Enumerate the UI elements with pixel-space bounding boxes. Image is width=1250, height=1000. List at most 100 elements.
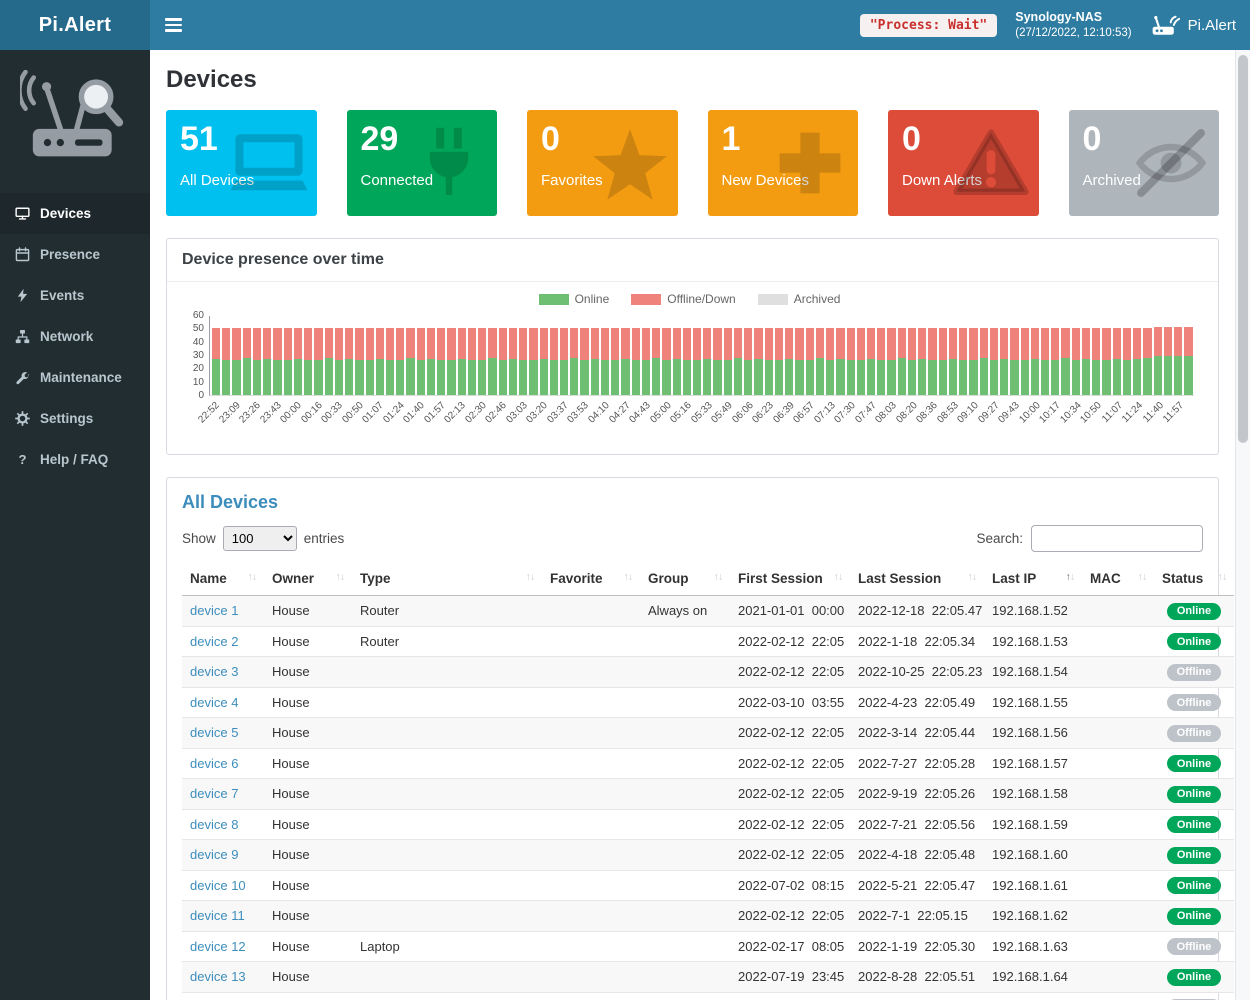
device-link[interactable]: device 12 [190,939,246,954]
legend-archived[interactable]: Archived [758,292,841,306]
device-link[interactable]: device 7 [190,786,238,801]
chart-bar [999,316,1009,395]
device-link[interactable]: device 9 [190,847,238,862]
device-row: device 5House2022-02-12 22:052022-3-14 2… [182,718,1234,749]
x-axis-label: 08:36 [915,400,940,425]
column-header-owner[interactable]: Owner↑↓ [264,562,352,596]
chart-bar [1081,316,1091,395]
sort-icon: ↑↓ [834,571,843,583]
device-link[interactable]: device 5 [190,725,238,740]
chart-bar [897,316,907,395]
search-input[interactable] [1031,525,1203,552]
x-axis-label: 03:03 [504,400,529,425]
stat-card-favorites[interactable]: 0 Favorites [527,110,678,216]
status-badge: Online [1167,877,1221,894]
chart-bar [344,316,354,395]
chart-bar [1101,316,1111,395]
scrollbar-thumb[interactable] [1238,55,1248,443]
x-axis-label: 07:13 [812,400,837,425]
group-cell [640,718,730,749]
chart-bar [866,316,876,395]
type-cell [352,901,542,932]
show-label: Show [182,531,216,546]
sidebar-item-devices[interactable]: Devices [0,193,150,234]
x-axis-label: 05:16 [668,400,693,425]
chart-bar [539,316,549,395]
device-link[interactable]: device 13 [190,969,246,984]
header-brand[interactable]: Pi.Alert [1150,13,1236,37]
device-link[interactable]: device 8 [190,817,238,832]
chart-bar [252,316,262,395]
type-cell [352,840,542,871]
column-header-status[interactable]: Status↑↓ [1154,562,1234,596]
page-length-control: Show100entries [182,526,344,551]
sidebar-item-presence[interactable]: Presence [0,234,150,275]
column-header-group[interactable]: Group↑↓ [640,562,730,596]
sidebar-toggle-button[interactable] [150,0,196,50]
chart-bar [1173,316,1183,395]
x-axis-label: 10:17 [1038,400,1063,425]
chart-bar [324,316,334,395]
device-link[interactable]: device 11 [190,908,245,923]
page-length-select[interactable]: 100 [223,526,297,551]
stat-card-all-devices[interactable]: 51 All Devices [166,110,317,216]
stat-card-down-alerts[interactable]: 0 Down Alerts [888,110,1039,216]
chart-bar [979,316,989,395]
device-link[interactable]: device 2 [190,634,238,649]
column-header-name[interactable]: Name↑↓ [182,562,264,596]
first-session-cell: 2022-02-12 22:05 [730,626,850,657]
sort-icon: ↑↓ [248,571,257,583]
last-session-cell: 2022-4-23 22:05.49 [850,687,984,718]
type-cell: Router [352,596,542,627]
top-navbar: Pi.Alert "Process: Wait" Synology-NAS (2… [0,0,1250,50]
type-cell [352,687,542,718]
mac-cell [1082,992,1154,1000]
column-header-first-session[interactable]: First Session↑↓ [730,562,850,596]
legend-swatch [758,294,788,305]
type-cell [352,870,542,901]
stat-card-archived[interactable]: 0 Archived [1069,110,1220,216]
sidebar-item-help-faq[interactable]: ? Help / FAQ [0,439,150,480]
sidebar-item-events[interactable]: Events [0,275,150,316]
devices-table: Name↑↓Owner↑↓Type↑↓Favorite↑↓Group↑↓Firs… [182,562,1234,1000]
sort-icon: ↑↓ [1066,571,1075,583]
x-axis-label: 11:07 [1100,400,1125,425]
sidebar-item-settings[interactable]: Settings [0,398,150,439]
legend-online[interactable]: Online [539,292,610,306]
last-session-cell: 2022-4-18 22:05.48 [850,840,984,871]
last-session-cell: 2022-11-22 22:05.54 [850,992,984,1000]
search-label: Search: [976,531,1023,546]
last-session-cell: 2022-7-1 22:05.15 [850,901,984,932]
device-link[interactable]: device 3 [190,664,238,679]
stat-card-new-devices[interactable]: 1 New Devices [708,110,859,216]
x-axis-label: 04:27 [607,400,632,425]
device-link[interactable]: device 4 [190,695,238,710]
group-cell [640,931,730,962]
column-header-favorite[interactable]: Favorite↑↓ [542,562,640,596]
column-header-last-ip[interactable]: Last IP↑↓ [984,562,1082,596]
brand-logo[interactable]: Pi.Alert [0,0,150,50]
column-header-last-session[interactable]: Last Session↑↓ [850,562,984,596]
sidebar-item-network[interactable]: Network [0,316,150,357]
owner-cell: House [264,779,352,810]
last-ip-cell: 192.168.1.57 [984,748,1082,779]
group-cell [640,779,730,810]
device-link[interactable]: device 1 [190,603,238,618]
group-cell [640,626,730,657]
favorite-cell [542,626,640,657]
legend-offline-down[interactable]: Offline/Down [631,292,735,306]
stat-card-connected[interactable]: 29 Connected [347,110,498,216]
x-axis-label: 10:00 [1017,400,1042,425]
sidebar-item-maintenance[interactable]: Maintenance [0,357,150,398]
favorite-cell [542,870,640,901]
chart-bar [1183,316,1193,395]
column-header-mac[interactable]: MAC↑↓ [1082,562,1154,596]
device-link[interactable]: device 6 [190,756,238,771]
chart-bar [641,316,651,395]
sidebar-nav: Devices Presence Events Network Maintena… [0,193,150,480]
device-link[interactable]: device 10 [190,878,246,893]
type-cell: Router [352,626,542,657]
column-header-type[interactable]: Type↑↓ [352,562,542,596]
vertical-scrollbar[interactable] [1235,50,1250,1000]
x-axis-label: 08:53 [935,400,960,425]
